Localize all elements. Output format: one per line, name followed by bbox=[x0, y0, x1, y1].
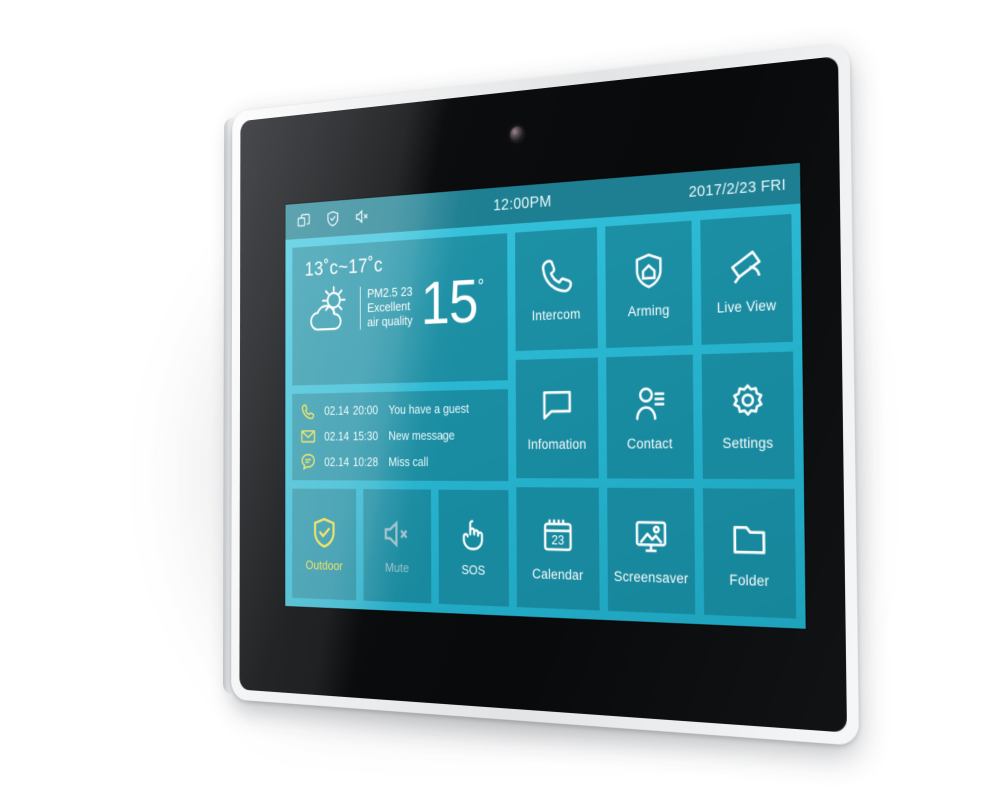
hand-press-icon bbox=[458, 517, 489, 553]
sos-label: SOS bbox=[461, 562, 486, 578]
weather-widget[interactable]: 13˚c~17˚c PM2.5 23 Excellent air quality… bbox=[292, 233, 508, 386]
status-bar-icons bbox=[296, 206, 370, 230]
current-temperature: 15 ° bbox=[420, 267, 485, 338]
app-intercom[interactable]: Intercom bbox=[515, 227, 598, 351]
message-date: 02.14 bbox=[324, 404, 350, 419]
temperature-value: 15 bbox=[420, 267, 478, 338]
scene: 12:00PM 2017/2/23 FRI 13˚c~17˚c PM2.5 23… bbox=[0, 0, 1000, 806]
volume-mute-icon[interactable] bbox=[354, 206, 370, 226]
list-item[interactable]: 02.14 10:28 Miss call bbox=[300, 451, 508, 472]
app-live-view[interactable]: Live View bbox=[700, 213, 793, 345]
speech-bubble-icon bbox=[538, 385, 574, 426]
app-settings[interactable]: Settings bbox=[701, 351, 795, 480]
person-list-icon bbox=[630, 382, 668, 424]
front-camera-icon bbox=[510, 125, 524, 142]
quality-line-2: air quality bbox=[367, 312, 413, 329]
cctv-camera-icon bbox=[726, 244, 767, 289]
message-text: Miss call bbox=[388, 454, 429, 469]
message-text: New message bbox=[388, 428, 455, 443]
shield-check-icon[interactable] bbox=[325, 209, 341, 229]
home-screen: 13˚c~17˚c PM2.5 23 Excellent air quality… bbox=[285, 204, 805, 629]
pm-value: 23 bbox=[400, 283, 413, 299]
envelope-icon bbox=[300, 427, 316, 447]
list-item[interactable]: 02.14 20:00 You have a guest bbox=[300, 398, 508, 422]
status-bar: 12:00PM 2017/2/23 FRI bbox=[285, 162, 801, 240]
mute-button[interactable]: Mute bbox=[363, 489, 431, 604]
windows-stack-icon[interactable] bbox=[296, 211, 311, 231]
quick-actions: Outdoor Mute SOS bbox=[292, 488, 509, 607]
app-contact[interactable]: Contact bbox=[606, 354, 694, 480]
app-label: Folder bbox=[729, 571, 770, 589]
message-time: 15:30 bbox=[352, 429, 379, 444]
list-item[interactable]: 02.14 15:30 New message bbox=[300, 425, 508, 447]
mute-label: Mute bbox=[385, 559, 409, 576]
message-date: 02.14 bbox=[324, 455, 350, 469]
message-time: 20:00 bbox=[352, 403, 379, 418]
sun-behind-cloud-icon bbox=[305, 282, 357, 335]
monitor-picture-icon bbox=[631, 516, 670, 559]
app-calendar[interactable]: 23 Calendar bbox=[516, 487, 600, 611]
message-text: You have a guest bbox=[388, 402, 470, 418]
folder-icon bbox=[728, 517, 769, 561]
volume-mute-icon bbox=[382, 516, 412, 552]
app-label: Infomation bbox=[527, 436, 587, 452]
app-arming[interactable]: Arming bbox=[605, 220, 693, 348]
app-label: Live View bbox=[716, 297, 777, 317]
calendar-icon: 23 bbox=[539, 514, 576, 555]
pm-label: PM2.5 bbox=[367, 284, 398, 301]
app-folder[interactable]: Folder bbox=[702, 488, 797, 619]
message-date: 02.14 bbox=[324, 429, 350, 444]
app-label: Contact bbox=[626, 435, 673, 452]
gear-icon bbox=[727, 380, 768, 423]
app-label: Intercom bbox=[531, 306, 581, 324]
touch-screen[interactable]: 12:00PM 2017/2/23 FRI 13˚c~17˚c PM2.5 23… bbox=[285, 162, 806, 629]
shield-check-icon bbox=[310, 515, 338, 550]
notification-list[interactable]: 02.14 20:00 You have a guest 02.14 15:30… bbox=[292, 389, 509, 482]
message-time: 10:28 bbox=[352, 455, 379, 469]
air-quality-block: PM2.5 23 Excellent air quality bbox=[359, 283, 413, 330]
outdoor-label: Outdoor bbox=[305, 557, 343, 574]
phone-handset-icon bbox=[538, 255, 574, 297]
outdoor-button[interactable]: Outdoor bbox=[292, 488, 357, 601]
phone-icon bbox=[300, 402, 316, 422]
app-screensaver[interactable]: Screensaver bbox=[607, 488, 696, 615]
app-infomation[interactable]: Infomation bbox=[515, 357, 599, 479]
status-bar-date: 2017/2/23 FRI bbox=[688, 175, 787, 201]
app-grid: Intercom Arming Live View Infomation Con… bbox=[515, 213, 797, 619]
app-label: Settings bbox=[722, 434, 774, 452]
left-column: 13˚c~17˚c PM2.5 23 Excellent air quality… bbox=[292, 233, 509, 607]
degree-symbol: ° bbox=[477, 276, 485, 298]
sos-button[interactable]: SOS bbox=[438, 489, 509, 607]
chat-bubble-icon bbox=[300, 452, 316, 472]
indoor-station-device: 12:00PM 2017/2/23 FRI 13˚c~17˚c PM2.5 23… bbox=[222, 42, 860, 746]
status-bar-time: 12:00PM bbox=[493, 193, 552, 215]
app-label: Screensaver bbox=[613, 568, 689, 587]
svg-text:23: 23 bbox=[551, 532, 564, 547]
shield-home-icon bbox=[629, 250, 667, 293]
app-label: Calendar bbox=[532, 565, 584, 583]
